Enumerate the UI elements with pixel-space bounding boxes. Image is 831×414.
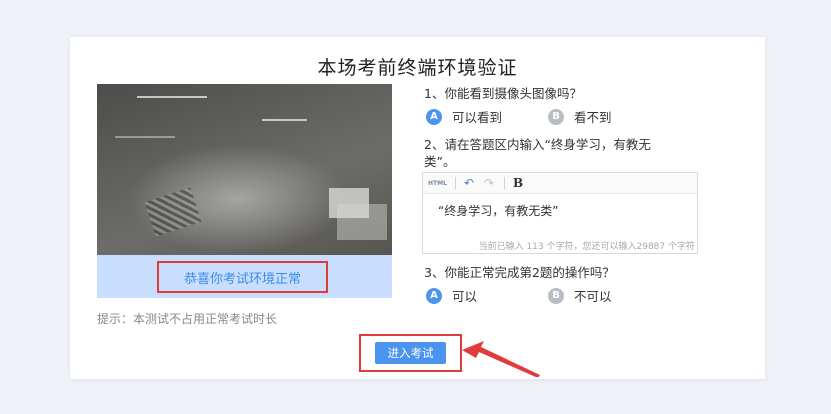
ceiling-light [137, 96, 207, 98]
option-label: 不可以 [574, 289, 612, 304]
option-label: 可以看到 [452, 110, 503, 125]
camera-window [329, 188, 369, 218]
ceiling-light [115, 136, 175, 138]
question-2-line1: 2、请在答题区内输入“终身学习，有教无 [424, 137, 651, 152]
question-2: 2、请在答题区内输入“终身学习，有教无 类”。 [424, 136, 651, 170]
camera-status-text: 恭喜你考试环境正常 [157, 261, 328, 293]
camera-preview [97, 84, 392, 255]
bold-button[interactable]: B [513, 176, 523, 190]
option-label: 看不到 [574, 110, 612, 125]
option-label: 可以 [452, 289, 478, 304]
tip-text: 提示：本测试不占用正常考试时长 [97, 312, 278, 326]
question-2-line2: 类”。 [424, 154, 456, 169]
question-3: 3、你能正常完成第2题的操作吗？ [424, 265, 615, 280]
answer-editor[interactable]: HTML ↶ ↷ B “终身学习，有教无类” 当前已输入 113 个字符，您还可… [422, 172, 698, 254]
toolbar-divider [454, 176, 456, 190]
camera-status-bar: 恭喜你考试环境正常 [97, 255, 392, 298]
verification-card: 本场考前终端环境验证 恭喜你考试环境正常 提示：本测试不占用正常考试时长 1、你… [70, 37, 765, 379]
option-b-badge: B [548, 108, 564, 125]
q1-option-a[interactable]: A 可以看到 [426, 107, 502, 126]
option-b-badge: B [548, 287, 564, 304]
enter-exam-button[interactable]: 进入考试 [375, 342, 446, 364]
q3-option-a[interactable]: A 可以 [426, 286, 477, 305]
character-count: 当前已输入 113 个字符，您还可以输入29887 个字符 [478, 242, 695, 252]
html-source-icon[interactable]: HTML [428, 180, 447, 187]
page-title: 本场考前终端环境验证 [317, 57, 518, 79]
q1-option-b[interactable]: B 看不到 [548, 107, 612, 126]
editor-content[interactable]: “终身学习，有教无类” [438, 202, 558, 219]
option-a-badge: A [426, 287, 442, 304]
editor-toolbar: HTML ↶ ↷ B [423, 173, 697, 194]
option-a-badge: A [426, 108, 442, 125]
toolbar-divider [504, 176, 506, 190]
q3-option-b[interactable]: B 不可以 [548, 286, 612, 305]
redo-icon[interactable]: ↷ [484, 176, 494, 190]
enter-button-highlight: 进入考试 [359, 334, 462, 372]
pointer-arrow-icon [462, 341, 540, 377]
ceiling-light [262, 119, 307, 121]
question-1: 1、你能看到摄像头图像吗？ [424, 86, 582, 101]
undo-icon[interactable]: ↶ [464, 176, 474, 190]
